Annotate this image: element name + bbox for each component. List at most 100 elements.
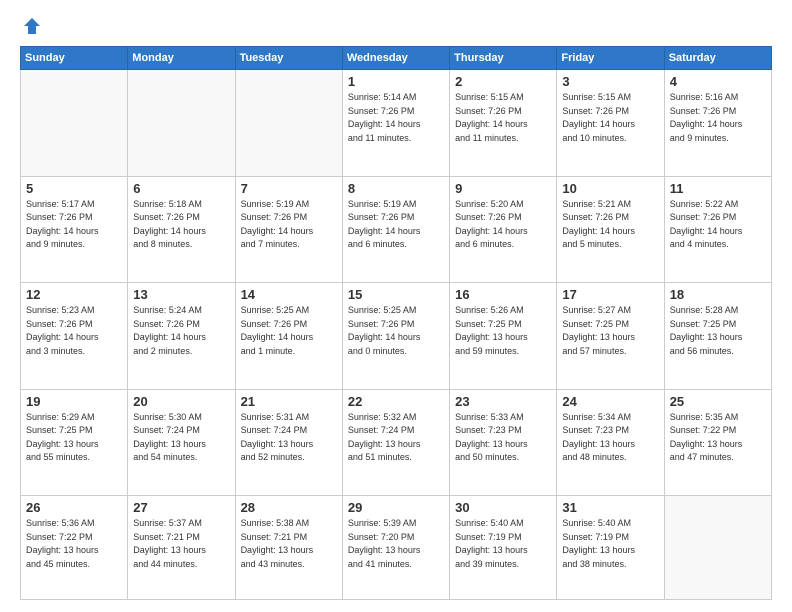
logo xyxy=(20,16,42,36)
calendar-cell: 21 Sunrise: 5:31 AMSunset: 7:24 PMDayligh… xyxy=(235,389,342,496)
day-number: 3 xyxy=(562,74,658,89)
day-info: Sunrise: 5:25 AMSunset: 7:26 PMDaylight:… xyxy=(241,304,337,358)
weekday-header-row: SundayMondayTuesdayWednesdayThursdayFrid… xyxy=(21,47,772,70)
day-number: 12 xyxy=(26,287,122,302)
day-number: 30 xyxy=(455,500,551,515)
day-info: Sunrise: 5:19 AMSunset: 7:26 PMDaylight:… xyxy=(241,198,337,252)
day-info: Sunrise: 5:24 AMSunset: 7:26 PMDaylight:… xyxy=(133,304,229,358)
day-info: Sunrise: 5:21 AMSunset: 7:26 PMDaylight:… xyxy=(562,198,658,252)
day-number: 16 xyxy=(455,287,551,302)
calendar: SundayMondayTuesdayWednesdayThursdayFrid… xyxy=(20,46,772,600)
day-number: 21 xyxy=(241,394,337,409)
day-info: Sunrise: 5:27 AMSunset: 7:25 PMDaylight:… xyxy=(562,304,658,358)
week-row-5: 26Sunrise: 5:36 AMSunset: 7:22 PMDayligh… xyxy=(21,496,772,600)
day-info: Sunrise: 5:20 AMSunset: 7:26 PMDaylight:… xyxy=(455,198,551,252)
calendar-cell: 15Sunrise: 5:25 AMSunset: 7:26 PMDayligh… xyxy=(342,283,449,390)
calendar-cell: 28Sunrise: 5:38 AMSunset: 7:21 PMDayligh… xyxy=(235,496,342,600)
weekday-header-monday: Monday xyxy=(128,47,235,70)
day-number: 8 xyxy=(348,181,444,196)
day-number: 5 xyxy=(26,181,122,196)
day-info: Sunrise: 5:31 AMSunset: 7:24 PMDaylight:… xyxy=(241,411,337,465)
calendar-cell: 2 Sunrise: 5:15 AMSunset: 7:26 PMDaylight… xyxy=(450,70,557,177)
calendar-cell: 25 Sunrise: 5:35 AMSunset: 7:22 PMDayligh… xyxy=(664,389,771,496)
day-info: Sunrise: 5:39 AMSunset: 7:20 PMDaylight:… xyxy=(348,517,444,571)
calendar-cell: 18Sunrise: 5:28 AMSunset: 7:25 PMDayligh… xyxy=(664,283,771,390)
day-info: Sunrise: 5:26 AMSunset: 7:25 PMDaylight:… xyxy=(455,304,551,358)
day-number: 11 xyxy=(670,181,766,196)
day-info: Sunrise: 5:15 AMSunset: 7:26 PMDaylight:… xyxy=(455,91,551,145)
day-info: Sunrise: 5:17 AMSunset: 7:26 PMDaylight:… xyxy=(26,198,122,252)
day-number: 24 xyxy=(562,394,658,409)
calendar-cell: 6 Sunrise: 5:18 AMSunset: 7:26 PMDaylight… xyxy=(128,176,235,283)
day-info: Sunrise: 5:18 AMSunset: 7:26 PMDaylight:… xyxy=(133,198,229,252)
weekday-header-saturday: Saturday xyxy=(664,47,771,70)
calendar-cell: 12 Sunrise: 5:23 AMSunset: 7:26 PMDayligh… xyxy=(21,283,128,390)
day-number: 6 xyxy=(133,181,229,196)
day-info: Sunrise: 5:15 AMSunset: 7:26 PMDaylight:… xyxy=(562,91,658,145)
day-number: 22 xyxy=(348,394,444,409)
calendar-cell: 22 Sunrise: 5:32 AMSunset: 7:24 PMDayligh… xyxy=(342,389,449,496)
day-info: Sunrise: 5:33 AMSunset: 7:23 PMDaylight:… xyxy=(455,411,551,465)
week-row-3: 12 Sunrise: 5:23 AMSunset: 7:26 PMDayligh… xyxy=(21,283,772,390)
week-row-2: 5 Sunrise: 5:17 AMSunset: 7:26 PMDaylight… xyxy=(21,176,772,283)
calendar-cell: 1Sunrise: 5:14 AMSunset: 7:26 PMDaylight… xyxy=(342,70,449,177)
calendar-cell: 13Sunrise: 5:24 AMSunset: 7:26 PMDayligh… xyxy=(128,283,235,390)
calendar-cell: 9 Sunrise: 5:20 AMSunset: 7:26 PMDaylight… xyxy=(450,176,557,283)
weekday-header-sunday: Sunday xyxy=(21,47,128,70)
calendar-cell: 30 Sunrise: 5:40 AMSunset: 7:19 PMDayligh… xyxy=(450,496,557,600)
weekday-header-wednesday: Wednesday xyxy=(342,47,449,70)
calendar-cell: 17Sunrise: 5:27 AMSunset: 7:25 PMDayligh… xyxy=(557,283,664,390)
calendar-cell: 20 Sunrise: 5:30 AMSunset: 7:24 PMDayligh… xyxy=(128,389,235,496)
calendar-cell: 14Sunrise: 5:25 AMSunset: 7:26 PMDayligh… xyxy=(235,283,342,390)
day-info: Sunrise: 5:29 AMSunset: 7:25 PMDaylight:… xyxy=(26,411,122,465)
calendar-cell: 3 Sunrise: 5:15 AMSunset: 7:26 PMDaylight… xyxy=(557,70,664,177)
day-number: 9 xyxy=(455,181,551,196)
weekday-header-tuesday: Tuesday xyxy=(235,47,342,70)
calendar-cell: 4 Sunrise: 5:16 AMSunset: 7:26 PMDaylight… xyxy=(664,70,771,177)
day-info: Sunrise: 5:30 AMSunset: 7:24 PMDaylight:… xyxy=(133,411,229,465)
day-info: Sunrise: 5:37 AMSunset: 7:21 PMDaylight:… xyxy=(133,517,229,571)
day-info: Sunrise: 5:14 AMSunset: 7:26 PMDaylight:… xyxy=(348,91,444,145)
day-info: Sunrise: 5:36 AMSunset: 7:22 PMDaylight:… xyxy=(26,517,122,571)
calendar-cell: 24Sunrise: 5:34 AMSunset: 7:23 PMDayligh… xyxy=(557,389,664,496)
day-info: Sunrise: 5:32 AMSunset: 7:24 PMDaylight:… xyxy=(348,411,444,465)
week-row-1: 1Sunrise: 5:14 AMSunset: 7:26 PMDaylight… xyxy=(21,70,772,177)
calendar-cell: 11Sunrise: 5:22 AMSunset: 7:26 PMDayligh… xyxy=(664,176,771,283)
calendar-cell: 26Sunrise: 5:36 AMSunset: 7:22 PMDayligh… xyxy=(21,496,128,600)
day-number: 25 xyxy=(670,394,766,409)
day-number: 4 xyxy=(670,74,766,89)
day-info: Sunrise: 5:16 AMSunset: 7:26 PMDaylight:… xyxy=(670,91,766,145)
day-number: 27 xyxy=(133,500,229,515)
logo-icon xyxy=(22,16,42,36)
weekday-header-friday: Friday xyxy=(557,47,664,70)
day-number: 29 xyxy=(348,500,444,515)
day-number: 18 xyxy=(670,287,766,302)
calendar-cell xyxy=(128,70,235,177)
day-number: 7 xyxy=(241,181,337,196)
calendar-cell: 27 Sunrise: 5:37 AMSunset: 7:21 PMDayligh… xyxy=(128,496,235,600)
day-info: Sunrise: 5:25 AMSunset: 7:26 PMDaylight:… xyxy=(348,304,444,358)
calendar-cell: 29 Sunrise: 5:39 AMSunset: 7:20 PMDayligh… xyxy=(342,496,449,600)
day-info: Sunrise: 5:35 AMSunset: 7:22 PMDaylight:… xyxy=(670,411,766,465)
calendar-cell: 23 Sunrise: 5:33 AMSunset: 7:23 PMDayligh… xyxy=(450,389,557,496)
calendar-cell: 16 Sunrise: 5:26 AMSunset: 7:25 PMDayligh… xyxy=(450,283,557,390)
header xyxy=(20,16,772,36)
calendar-cell xyxy=(21,70,128,177)
day-info: Sunrise: 5:40 AMSunset: 7:19 PMDaylight:… xyxy=(562,517,658,571)
day-number: 2 xyxy=(455,74,551,89)
day-number: 20 xyxy=(133,394,229,409)
calendar-cell: 5 Sunrise: 5:17 AMSunset: 7:26 PMDaylight… xyxy=(21,176,128,283)
day-number: 23 xyxy=(455,394,551,409)
day-info: Sunrise: 5:38 AMSunset: 7:21 PMDaylight:… xyxy=(241,517,337,571)
day-info: Sunrise: 5:23 AMSunset: 7:26 PMDaylight:… xyxy=(26,304,122,358)
day-number: 10 xyxy=(562,181,658,196)
day-info: Sunrise: 5:19 AMSunset: 7:26 PMDaylight:… xyxy=(348,198,444,252)
calendar-cell xyxy=(235,70,342,177)
calendar-cell: 7 Sunrise: 5:19 AMSunset: 7:26 PMDaylight… xyxy=(235,176,342,283)
calendar-cell xyxy=(664,496,771,600)
calendar-cell: 8 Sunrise: 5:19 AMSunset: 7:26 PMDaylight… xyxy=(342,176,449,283)
page: SundayMondayTuesdayWednesdayThursdayFrid… xyxy=(0,0,792,612)
day-info: Sunrise: 5:40 AMSunset: 7:19 PMDaylight:… xyxy=(455,517,551,571)
calendar-cell: 31Sunrise: 5:40 AMSunset: 7:19 PMDayligh… xyxy=(557,496,664,600)
weekday-header-thursday: Thursday xyxy=(450,47,557,70)
